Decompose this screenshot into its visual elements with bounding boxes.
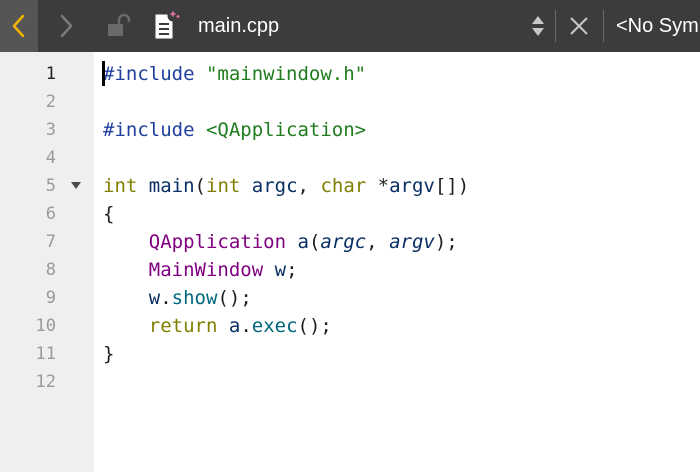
code-token: ,	[366, 231, 390, 253]
code-token: }	[103, 343, 115, 365]
code-token: *	[366, 175, 390, 197]
toolbar-divider	[555, 10, 556, 42]
code-token: exec	[251, 315, 298, 337]
code-line: w.show();	[103, 284, 252, 312]
line-number: 3	[45, 120, 56, 140]
line-number-gutter: 1 2 3 4 5 6 7 8 9 10 11 12	[0, 52, 94, 472]
code-token: main	[148, 175, 195, 197]
line-number: 7	[45, 232, 56, 252]
code-token: {	[103, 203, 115, 225]
close-icon	[570, 17, 588, 35]
code-line: #include <QApplication>	[103, 116, 366, 144]
new-file-icon	[155, 10, 180, 39]
fold-toggle[interactable]	[70, 172, 82, 200]
symbol-selector[interactable]: <No Sym	[616, 0, 699, 52]
line-number: 12	[35, 372, 56, 392]
line-number: 11	[35, 344, 56, 364]
close-document-button[interactable]	[562, 0, 596, 52]
code-token: argv	[389, 175, 435, 197]
code-token: "mainwindow.h"	[205, 63, 367, 85]
code-token: char	[320, 175, 367, 197]
code-token: int	[206, 175, 241, 197]
code-token: <QApplication>	[205, 119, 367, 141]
code-token: [])	[434, 175, 470, 197]
code-token: MainWindow	[148, 259, 264, 281]
up-down-arrows-icon	[532, 16, 544, 36]
code-line: int main(int argc, char *argv[])	[103, 172, 469, 200]
code-token: ;	[286, 259, 298, 281]
code-token: a	[228, 315, 241, 337]
forward-button[interactable]	[46, 0, 86, 52]
code-line: }	[103, 340, 114, 368]
code-token: (	[308, 231, 321, 253]
file-lock-button[interactable]	[98, 0, 138, 52]
current-file-name[interactable]: main.cpp	[198, 0, 279, 52]
code-token: int	[103, 175, 138, 197]
code-token: QApplication	[148, 231, 287, 253]
code-token: w	[274, 259, 287, 281]
code-token: argc	[320, 231, 367, 253]
code-token: argc	[251, 175, 298, 197]
code-token: #include	[103, 63, 206, 85]
chevron-right-icon	[60, 14, 73, 38]
chevron-left-icon	[12, 14, 25, 38]
toolbar-divider	[603, 10, 604, 42]
code-token: ();	[297, 315, 332, 337]
document-type-button[interactable]	[146, 0, 186, 52]
code-token: a	[297, 231, 309, 253]
code-token: ,	[297, 175, 321, 197]
code-line: {	[103, 200, 114, 228]
code-token: w	[148, 287, 161, 309]
back-button[interactable]	[0, 0, 38, 52]
code-token: (	[194, 175, 206, 197]
line-number: 2	[45, 92, 56, 112]
file-switcher-button[interactable]	[524, 0, 552, 52]
editor-toolbar: main.cpp <No Sym	[0, 0, 700, 52]
text-cursor	[102, 61, 105, 86]
code-token: show	[171, 287, 218, 309]
code-line: MainWindow w;	[103, 256, 298, 284]
code-token: argv	[389, 231, 435, 253]
line-number: 8	[45, 260, 56, 280]
line-number: 1	[45, 64, 56, 84]
fold-triangle-icon	[71, 182, 81, 189]
code-token: );	[434, 231, 458, 253]
code-token: .	[160, 287, 172, 309]
code-token: return	[148, 315, 218, 337]
line-number: 9	[45, 288, 56, 308]
code-line: #include "mainwindow.h"	[103, 60, 366, 88]
line-number: 5	[45, 176, 56, 196]
code-token: ();	[217, 287, 252, 309]
code-token: .	[240, 315, 252, 337]
line-number: 10	[35, 316, 56, 336]
line-number: 4	[45, 148, 56, 168]
code-line: return a.exec();	[103, 312, 332, 340]
code-line: QApplication a(argc, argv);	[103, 228, 458, 256]
line-number: 6	[45, 204, 56, 224]
code-token: #include	[103, 119, 206, 141]
lock-icon	[108, 13, 131, 36]
